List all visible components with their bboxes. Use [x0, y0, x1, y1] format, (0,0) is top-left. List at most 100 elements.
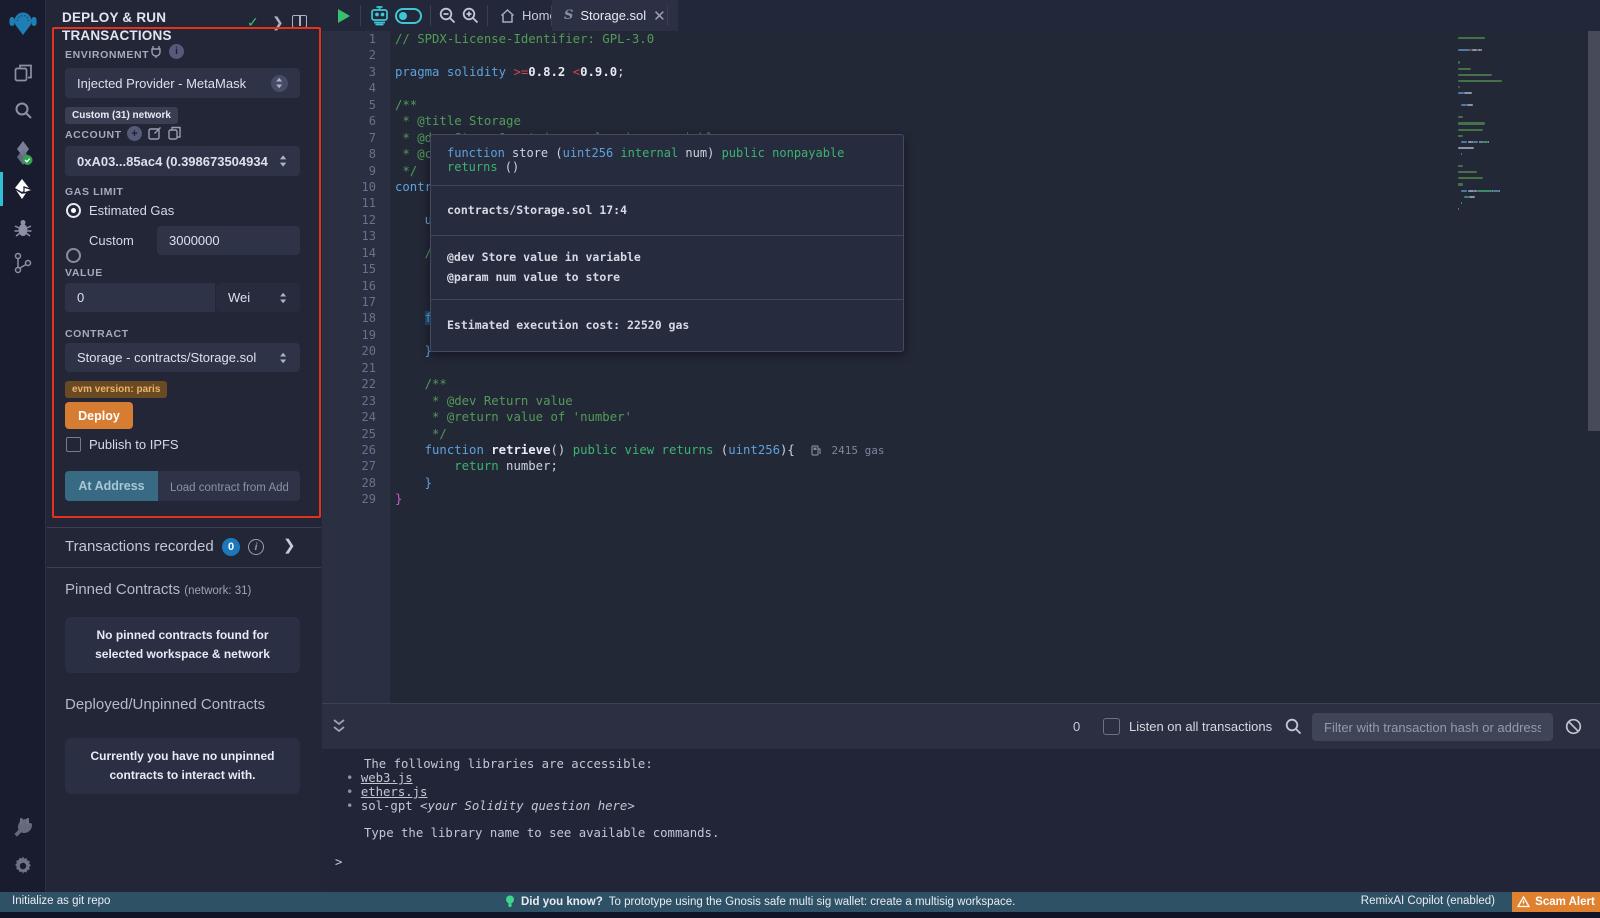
publish-ipfs-label: Publish to IPFS: [89, 437, 179, 452]
deploy-button[interactable]: Deploy: [65, 402, 133, 429]
estimated-gas-label: Estimated Gas: [89, 203, 174, 218]
divider: [360, 5, 361, 26]
transactions-count-badge: 0: [222, 538, 240, 556]
status-bar: Initialize as git repo Did you know? To …: [0, 892, 1600, 912]
copilot-toggle[interactable]: [395, 8, 422, 24]
lightbulb-icon: [505, 895, 515, 909]
warning-triangle-icon: [1517, 896, 1530, 908]
network-badge: Custom (31) network: [65, 105, 178, 124]
icon-rail: [0, 0, 46, 892]
terminal-line: • sol-gpt <your Solidity question here>: [346, 799, 635, 813]
environment-label: ENVIRONMENT: [65, 49, 149, 61]
environment-caret-icon[interactable]: [271, 75, 288, 92]
pinned-empty-card: No pinned contracts found for selected w…: [65, 617, 300, 673]
zoom-out-icon[interactable]: [439, 7, 456, 29]
custom-gas-label: Custom: [89, 233, 134, 248]
terminal-prompt[interactable]: >: [335, 855, 342, 869]
scam-alert-button[interactable]: Scam Alert: [1512, 892, 1600, 912]
at-address-input[interactable]: [158, 471, 300, 501]
terminal-line: The following libraries are accessible:: [364, 757, 653, 771]
copy-account-icon[interactable]: [168, 126, 181, 145]
deploy-run-icon[interactable]: [0, 172, 46, 206]
divider: [47, 567, 321, 568]
copilot-status[interactable]: RemixAI Copilot (enabled): [1361, 895, 1495, 907]
deploy-run-panel: DEPLOY & RUN TRANSACTIONS ✓ ❯ ENVIRONMEN…: [47, 0, 321, 892]
panel-title: DEPLOY & RUN TRANSACTIONS: [62, 9, 232, 45]
editor-toolbar: Home S Storage.sol ✕: [322, 0, 1600, 31]
solidity-file-icon: S: [564, 8, 573, 23]
expand-terminal-icon[interactable]: [332, 717, 346, 740]
search-icon[interactable]: [0, 93, 46, 127]
bottom-strip: [0, 912, 1600, 918]
terminal-line: Type the library name to see available c…: [364, 826, 719, 840]
tab-storage-sol[interactable]: S Storage.sol ✕: [552, 0, 678, 31]
close-tab-icon[interactable]: ✕: [653, 7, 666, 25]
line-numbers: 1234567891011121314151617181920212223242…: [322, 31, 390, 703]
transactions-info-icon[interactable]: i: [248, 539, 264, 555]
environment-info-icon[interactable]: i: [169, 44, 184, 59]
tooltip-location: contracts/Storage.sol 17:4: [431, 186, 903, 236]
zoom-in-icon[interactable]: [462, 7, 479, 29]
unpinned-empty-card: Currently you have no unpinned contracts…: [65, 738, 300, 794]
transactions-expand-chevron-icon[interactable]: ❯: [283, 536, 296, 554]
account-select[interactable]: 0xA03...85ac4 (0.398673504934: [65, 146, 300, 176]
terminal-line: • ethers.js: [346, 785, 427, 799]
terminal-search-icon[interactable]: [1285, 718, 1302, 740]
home-icon: [500, 9, 515, 23]
sign-message-icon[interactable]: [148, 126, 162, 145]
plugin-manager-icon[interactable]: [0, 810, 46, 844]
divider: [667, 5, 668, 26]
minimap[interactable]: [1452, 31, 1552, 251]
remix-logo[interactable]: [0, 6, 46, 40]
gas-limit-label: GAS LIMIT: [65, 186, 123, 198]
listen-label: Listen on all transactions: [1129, 719, 1272, 734]
value-label: VALUE: [65, 267, 103, 279]
listen-count: 0: [1073, 719, 1080, 734]
account-label: ACCOUNT: [65, 129, 122, 141]
value-input[interactable]: [65, 283, 215, 312]
tooltip-docs: @dev Store value in variable @param num …: [431, 236, 903, 300]
evm-version-badge: evm version: paris: [65, 379, 167, 398]
at-address-button[interactable]: At Address: [65, 471, 158, 501]
tooltip-signature: function store (uint256 internal num) pu…: [431, 135, 903, 186]
solidity-compiler-icon[interactable]: [0, 136, 46, 170]
transaction-filter-input[interactable]: [1312, 713, 1553, 741]
run-play-icon[interactable]: [338, 9, 350, 23]
add-account-icon[interactable]: +: [127, 126, 142, 141]
git-init-button[interactable]: Initialize as git repo: [12, 895, 110, 907]
estimated-gas-radio[interactable]: [66, 203, 81, 218]
divider: [430, 5, 431, 26]
pinned-contracts-title: Pinned Contracts (network: 31): [65, 581, 251, 598]
remixai-robot-icon[interactable]: [368, 5, 391, 31]
settings-gear-icon[interactable]: [0, 849, 46, 883]
transactions-recorded-label: Transactions recorded: [65, 538, 214, 555]
compile-success-check-icon: ✓: [247, 14, 259, 31]
editor-scrollbar[interactable]: [1588, 31, 1600, 431]
plug-icon[interactable]: [150, 45, 162, 63]
terminal-header: 0 Listen on all transactions: [322, 703, 1600, 749]
code-editor[interactable]: 1234567891011121314151617181920212223242…: [322, 31, 1600, 703]
publish-ipfs-checkbox[interactable]: [66, 437, 81, 452]
clear-console-icon[interactable]: [1565, 718, 1582, 740]
terminal-output[interactable]: The following libraries are accessible: …: [322, 749, 1600, 892]
pinned-network-subtitle: (network: 31): [184, 585, 251, 597]
function-hover-tooltip: function store (uint256 internal num) pu…: [430, 134, 904, 352]
listen-checkbox[interactable]: [1103, 718, 1120, 735]
did-you-know-tip: Did you know? To prototype using the Gno…: [505, 895, 1015, 909]
git-icon[interactable]: [0, 246, 46, 280]
tooltip-gas-cost: Estimated execution cost: 22520 gas: [431, 300, 903, 351]
web3js-link[interactable]: web3.js: [361, 771, 413, 785]
environment-select[interactable]: Injected Provider - MetaMask: [65, 68, 300, 98]
custom-gas-radio[interactable]: [66, 248, 81, 263]
contract-label: CONTRACT: [65, 328, 129, 340]
pin-panel-icon[interactable]: [292, 15, 307, 28]
custom-gas-input[interactable]: [157, 226, 300, 255]
ethersjs-link[interactable]: ethers.js: [361, 785, 428, 799]
contract-select[interactable]: Storage - contracts/Storage.sol: [65, 343, 300, 372]
debugger-icon[interactable]: [0, 211, 46, 245]
run-script-chevron-icon[interactable]: ❯: [272, 14, 284, 31]
terminal-line: • web3.js: [346, 771, 413, 785]
workspaces-icon[interactable]: [0, 55, 46, 89]
remix-ide-window: DEPLOY & RUN TRANSACTIONS ✓ ❯ ENVIRONMEN…: [0, 0, 1600, 918]
value-unit-select[interactable]: Wei: [216, 283, 300, 312]
